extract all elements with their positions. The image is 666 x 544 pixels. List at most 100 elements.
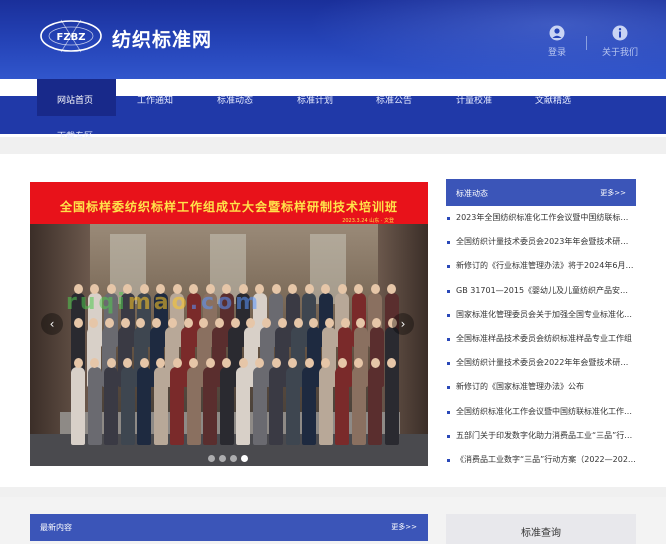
- header-divider: [586, 36, 587, 50]
- user-icon: [549, 25, 565, 41]
- person-body: [236, 367, 250, 445]
- news-item[interactable]: 五部门关于印发数字化助力消费品工业“三品”行动方案的通知: [446, 428, 636, 448]
- nav-downloads[interactable]: 下载专区: [57, 129, 93, 142]
- bullet-icon: [447, 434, 450, 438]
- site-title[interactable]: 纺织标准网: [112, 25, 212, 52]
- news-item-title: 全国纺织标准化工作会议暨中国纺联标准化工作会议: [456, 406, 636, 416]
- person-head: [321, 358, 330, 368]
- person-body: [87, 367, 102, 445]
- carousel-dot[interactable]: [241, 455, 248, 462]
- person-head: [152, 318, 162, 328]
- standard-news-more-link[interactable]: 更多>>: [600, 188, 626, 198]
- standard-query-panel[interactable]: 标准查询: [446, 514, 636, 544]
- person-body: [104, 367, 118, 445]
- person-body: [219, 367, 234, 445]
- watermark: ruqimao.com: [66, 290, 261, 315]
- person-body: [170, 367, 184, 445]
- news-item-title: 全国纺织计量技术委员会2023年年会暨技术研讨会召开: [456, 237, 636, 247]
- about-link[interactable]: 关于我们: [599, 25, 641, 58]
- standard-news-header: 标准动态 更多>>: [446, 179, 636, 206]
- banner-headline-bar: 全国标样委纺织标样工作组成立大会暨标样研制技术培训班 2023.3.24 山东 …: [30, 182, 428, 224]
- news-item[interactable]: 新修订的《国家标准管理办法》公布: [446, 379, 636, 399]
- person-head: [104, 318, 114, 328]
- carousel-dot[interactable]: [230, 455, 237, 462]
- person-head: [167, 318, 177, 328]
- nav-home[interactable]: 网站首页: [57, 93, 93, 106]
- news-item[interactable]: 2023年全国纺织标准化工作会议暨中国纺联标准化工作会议召开: [446, 210, 636, 230]
- person-body: [335, 367, 349, 445]
- carousel-dot[interactable]: [208, 455, 215, 462]
- person-body: [285, 367, 300, 445]
- person-body: [71, 367, 85, 445]
- person-head: [293, 318, 303, 328]
- news-item[interactable]: 全国纺织计量技术委员会2023年年会暨技术研讨会召开: [446, 234, 636, 254]
- info-icon: [612, 25, 628, 41]
- watermark-part: mao: [127, 290, 190, 315]
- person-body: [351, 367, 366, 445]
- nav-standard-news[interactable]: 标准动态: [217, 93, 253, 106]
- person-head: [337, 358, 347, 368]
- news-item-title: 国家标准化管理委员会关于加强全国专业标准化技术委员会: [456, 309, 636, 319]
- banner-headline: 全国标样委纺织标样工作组成立大会暨标样研制技术培训班: [59, 200, 398, 214]
- banner-date: 2023.3.24 山东 · 文登: [342, 218, 394, 224]
- person-head: [372, 318, 382, 328]
- person-body: [318, 367, 333, 445]
- person-head: [387, 284, 396, 294]
- person-head: [106, 358, 116, 368]
- nav-standard-announcements[interactable]: 标准公告: [376, 93, 412, 106]
- person-head: [387, 358, 396, 368]
- person-head: [337, 284, 347, 294]
- person-head: [222, 358, 231, 368]
- standard-query-title: 标准查询: [521, 528, 561, 539]
- login-link[interactable]: 登录: [545, 25, 569, 58]
- standard-news-title: 标准动态: [456, 189, 488, 198]
- carousel-next-button[interactable]: ›: [392, 313, 414, 335]
- person-head: [304, 284, 314, 294]
- news-item-title: 新修订的《行业标准管理办法》将于2024年6月1日起施行: [456, 261, 636, 271]
- nav-calibration[interactable]: 计量校准: [456, 93, 492, 106]
- nav-standard-plans[interactable]: 标准计划: [297, 93, 333, 106]
- person-head: [238, 358, 248, 368]
- news-item-title: 全国标准样品技术委员会纺织标准样品专业工作组: [456, 334, 632, 343]
- carousel-pagination: [208, 447, 252, 462]
- person-body: [186, 367, 201, 445]
- person-head: [205, 358, 215, 368]
- person-body: [120, 367, 135, 445]
- bullet-icon: [447, 410, 450, 414]
- person-head: [214, 318, 224, 328]
- person-body: [384, 367, 399, 445]
- person-head: [90, 358, 99, 368]
- news-item[interactable]: 全国纺织标准化工作会议暨中国纺联标准化工作会议: [446, 404, 636, 424]
- bullet-icon: [447, 313, 450, 317]
- site-logo[interactable]: FZBZ: [39, 18, 103, 54]
- logo-text: FZBZ: [57, 32, 86, 43]
- latest-content-header: 最新内容 更多>>: [30, 514, 428, 541]
- news-item[interactable]: 全国标准样品技术委员会纺织标准样品专业工作组: [446, 331, 636, 351]
- nav-work-notices[interactable]: 工作通知: [137, 93, 173, 106]
- news-item[interactable]: 国家标准化管理委员会关于加强全国专业标准化技术委员会: [446, 307, 636, 327]
- banner-photo: ruqimao.com: [30, 224, 428, 466]
- news-item[interactable]: GB 31701—2015《婴幼儿及儿童纺织产品安全技术规范》: [446, 283, 636, 303]
- person-head: [288, 358, 297, 368]
- bullet-icon: [447, 265, 450, 269]
- latest-content-more-link[interactable]: 更多>>: [391, 522, 417, 532]
- person-head: [271, 284, 281, 294]
- news-item-title: 五部门关于印发数字化助力消费品工业“三品”行动方案的通知: [456, 430, 636, 440]
- person-head: [370, 284, 380, 294]
- person-head: [189, 358, 198, 368]
- watermark-part: .com: [189, 290, 262, 315]
- about-label: 关于我们: [601, 48, 638, 58]
- person-head: [354, 358, 363, 368]
- person-head: [183, 318, 193, 328]
- person-head: [123, 358, 132, 368]
- news-item[interactable]: 《消费品工业数字“三品”行动方案（2022—2025年）》: [446, 452, 636, 472]
- login-label: 登录: [547, 48, 566, 58]
- banner-carousel[interactable]: 全国标样委纺织标样工作组成立大会暨标样研制技术培训班 2023.3.24 山东 …: [30, 182, 428, 466]
- news-item[interactable]: 全国纺织计量技术委员会2022年年会暨技术研讨会召开: [446, 355, 636, 375]
- nav-literature[interactable]: 文献精选: [535, 93, 571, 106]
- watermark-part: ruqi: [66, 290, 128, 315]
- latest-content-title: 最新内容: [40, 523, 72, 532]
- news-item[interactable]: 新修订的《行业标准管理办法》将于2024年6月1日起施行: [446, 258, 636, 278]
- carousel-dot[interactable]: [219, 455, 226, 462]
- carousel-prev-button[interactable]: ‹: [41, 313, 63, 335]
